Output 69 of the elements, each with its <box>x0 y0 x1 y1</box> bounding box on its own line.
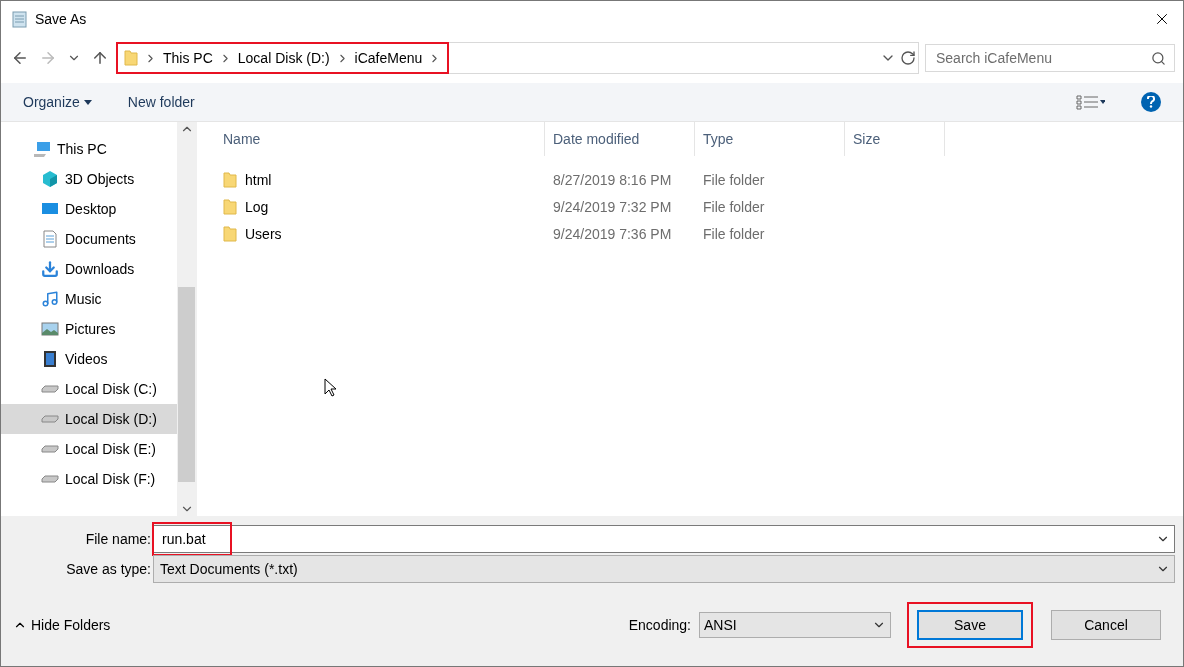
save-button[interactable]: Save <box>917 610 1023 640</box>
sidebar-item[interactable]: Documents <box>1 224 177 254</box>
file-name-label: File name: <box>84 531 152 547</box>
sidebar-item[interactable]: Downloads <box>1 254 177 284</box>
address-bar[interactable]: This PC Local Disk (D:) iCafeMenu <box>117 42 919 74</box>
right-arrow-icon <box>39 49 57 67</box>
date-cell-text: 9/24/2019 7:36 PM <box>552 225 673 242</box>
window-title: Save As <box>35 11 88 27</box>
type-cell-text: File folder <box>702 225 766 242</box>
new-folder-button[interactable]: New folder <box>127 94 195 110</box>
search-box[interactable]: Search iCafeMenu <box>925 44 1175 72</box>
file-name-cell[interactable]: Log <box>215 198 545 215</box>
view-options-button[interactable] <box>1075 94 1105 110</box>
breadcrumb-item[interactable]: This PC <box>163 50 213 66</box>
sidebar-item[interactable]: Local Disk (F:) <box>1 464 177 494</box>
sidebar-item[interactable]: Local Disk (C:) <box>1 374 177 404</box>
cursor-icon <box>324 378 336 398</box>
encoding-dropdown[interactable]: ANSI <box>699 612 891 638</box>
folder-icon <box>223 171 237 188</box>
download-icon <box>41 260 59 278</box>
refresh-button[interactable] <box>898 48 918 68</box>
search-icon <box>1151 50 1166 66</box>
highlight-frame[interactable]: run.bat <box>152 522 232 556</box>
scrollbar[interactable] <box>177 122 196 516</box>
sidebar-item[interactable]: This PC <box>1 134 177 164</box>
organize-menu[interactable]: Organize <box>23 94 92 110</box>
picture-icon <box>41 320 59 338</box>
drive-icon <box>41 415 59 423</box>
music-note-icon <box>41 290 59 308</box>
document-icon <box>41 230 59 248</box>
column-header[interactable]: Size <box>845 122 945 156</box>
cancel-button[interactable]: Cancel <box>1051 610 1161 640</box>
cube-icon <box>41 170 59 188</box>
help-icon[interactable] <box>1141 92 1161 112</box>
type-cell-text: File folder <box>702 198 766 215</box>
refresh-icon <box>900 50 916 66</box>
sidebar-item[interactable]: Music <box>1 284 177 314</box>
sidebar-item[interactable]: Local Disk (E:) <box>1 434 177 464</box>
hide-folders-button[interactable]: Hide Folders <box>13 617 111 633</box>
sidebar-item[interactable]: Pictures <box>1 314 177 344</box>
column-header[interactable]: Name <box>215 122 545 156</box>
file-name-cell[interactable]: html <box>215 171 545 188</box>
sidebar-item[interactable]: Desktop <box>1 194 177 224</box>
folder-icon <box>223 225 237 242</box>
breadcrumb-item[interactable]: iCafeMenu <box>354 50 423 66</box>
column-header[interactable]: Type <box>695 122 845 156</box>
file-name-combo-box[interactable]: run.bat <box>153 525 1175 553</box>
save-type-dropdown[interactable]: Text Documents (*.txt) <box>153 555 1175 583</box>
column-header[interactable]: Date modified <box>545 122 695 156</box>
sidebar-item[interactable]: Local Disk (D:) <box>1 404 177 434</box>
computer-icon <box>33 140 51 158</box>
breadcrumb-item[interactable]: Local Disk (D:) <box>237 50 330 66</box>
type-cell-text: File folder <box>702 171 766 188</box>
drive-icon <box>41 475 59 483</box>
drive-icon <box>41 445 59 453</box>
date-cell-text: 8/27/2019 8:16 PM <box>552 171 673 188</box>
sidebar-item[interactable]: Videos <box>1 344 177 374</box>
film-icon <box>41 350 59 368</box>
date-cell-text: 9/24/2019 7:32 PM <box>552 198 673 215</box>
notepad-icon <box>11 10 29 28</box>
file-name-field[interactable]: run.bat <box>160 530 222 548</box>
caret-icon <box>83 99 92 105</box>
sidebar-item[interactable]: 3D Objects <box>1 164 177 194</box>
save-type-label: Save as type: <box>65 561 152 577</box>
folder-icon <box>223 198 237 215</box>
encoding-label: Encoding: <box>628 617 691 633</box>
file-name-cell[interactable]: Users <box>215 225 545 242</box>
folder-icon <box>124 50 138 66</box>
drive-icon <box>41 385 59 393</box>
